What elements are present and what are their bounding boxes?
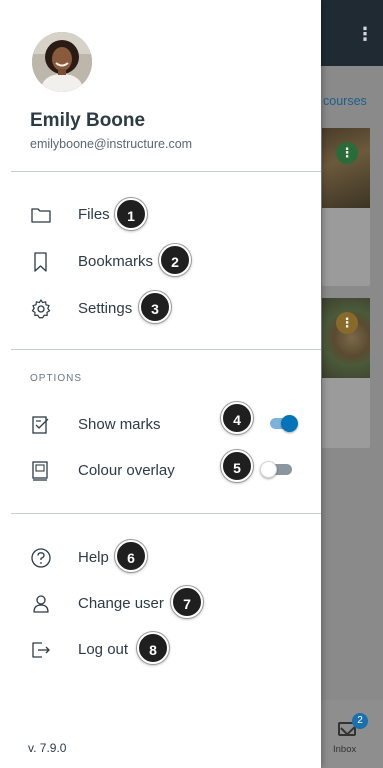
menu-label-bookmarks: Bookmarks <box>78 253 154 270</box>
callout-marker: 8 <box>137 632 169 664</box>
menu-label-colour-overlay: Colour overlay <box>78 462 175 479</box>
divider <box>11 513 321 514</box>
menu-label-show-marks: Show marks <box>78 416 161 433</box>
overlay-icon <box>32 461 48 481</box>
callout-marker: 2 <box>159 244 191 276</box>
callout-marker: 1 <box>115 198 147 230</box>
inbox-label: Inbox <box>333 744 357 755</box>
logout-icon <box>32 642 50 658</box>
menu-item-change-user[interactable]: Change user <box>0 583 321 623</box>
profile-name: Emily Boone <box>30 110 146 131</box>
callout-marker: 4 <box>221 402 253 434</box>
profile-email: emilyboone@instructure.com <box>30 137 193 151</box>
marks-icon <box>32 416 49 434</box>
menu-label-change-user: Change user <box>78 595 164 612</box>
menu-label-settings: Settings <box>78 300 133 317</box>
menu-label-log-out: Log out <box>78 641 129 658</box>
background-course-card: ⋮ <box>322 128 370 286</box>
menu-label-help: Help <box>78 549 109 566</box>
bookmark-icon <box>34 252 47 272</box>
menu-item-files[interactable]: Files <box>0 194 321 234</box>
course-card-image <box>322 298 370 378</box>
callout-marker: 6 <box>115 540 147 572</box>
app-version: v. 7.9.0 <box>28 741 67 755</box>
folder-icon <box>31 208 51 223</box>
colour-overlay-toggle[interactable] <box>260 461 292 478</box>
divider <box>11 349 321 350</box>
menu-label-files: Files <box>78 206 110 223</box>
callout-marker: 7 <box>171 586 203 618</box>
show-marks-toggle[interactable] <box>266 415 298 432</box>
options-heading: OPTIONS <box>30 373 83 384</box>
kebab-menu-icon: ⋮ <box>356 24 374 44</box>
navigation-drawer: Emily Boone emilyboone@instructure.com F… <box>0 0 321 768</box>
course-card-kebab-icon: ⋮ <box>336 142 358 164</box>
background-courses-link: courses <box>323 94 367 108</box>
inbox-badge: 2 <box>352 713 368 729</box>
callout-marker: 3 <box>139 291 171 323</box>
background-course-card: ⋮ <box>322 298 370 448</box>
user-icon <box>33 595 49 613</box>
avatar[interactable] <box>32 32 92 92</box>
avatar-photo <box>32 32 92 92</box>
help-icon <box>31 548 51 568</box>
toggle-knob <box>281 415 298 432</box>
divider <box>11 171 321 172</box>
course-card-kebab-icon: ⋮ <box>336 312 358 334</box>
toggle-knob <box>260 461 277 478</box>
gear-icon <box>31 299 51 319</box>
course-card-image <box>322 128 370 208</box>
callout-marker: 5 <box>221 450 253 482</box>
menu-item-help[interactable]: Help <box>0 537 321 577</box>
